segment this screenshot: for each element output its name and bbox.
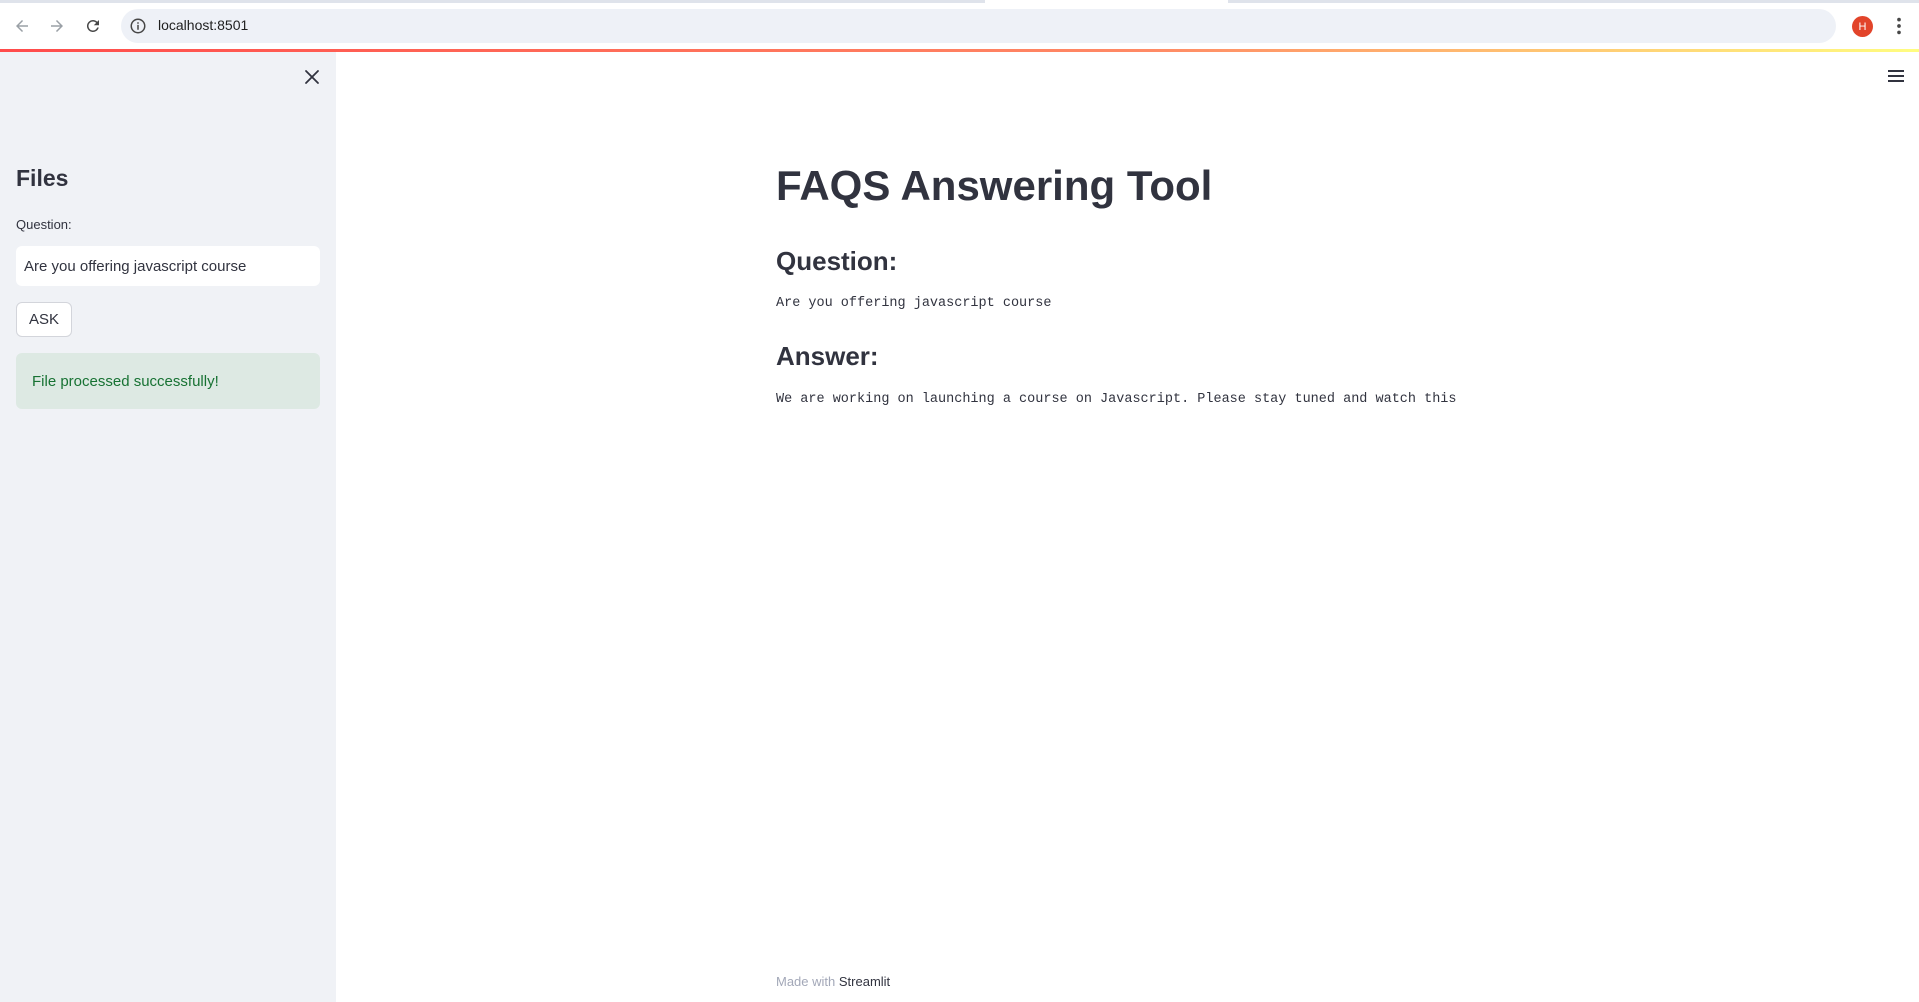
tab-strip [0, 0, 1919, 3]
reload-icon [86, 19, 99, 32]
question-label: Question: [16, 217, 72, 232]
streamlit-link[interactable]: Streamlit [839, 974, 890, 989]
footer-made-with: Made with [776, 974, 836, 989]
main-menu-button[interactable] [1884, 64, 1908, 88]
info-icon[interactable] [129, 17, 147, 35]
forward-button[interactable] [44, 13, 70, 39]
back-button[interactable] [9, 13, 35, 39]
kebab-menu-icon[interactable] [1888, 15, 1910, 37]
main-content: FAQS Answering Tool Question: Are you of… [776, 160, 1576, 407]
ask-button[interactable]: ASK [16, 302, 73, 337]
browser-toolbar: localhost:8501 H [0, 0, 1919, 52]
url-text[interactable]: localhost:8501 [158, 17, 248, 33]
success-message: File processed successfully! [32, 372, 219, 390]
question-text: Are you offering javascript course [776, 296, 1052, 311]
question-heading: Question: [776, 246, 898, 276]
page-title: FAQS Answering Tool [776, 162, 1213, 209]
active-tab-indicator [985, 0, 1228, 3]
reload-button[interactable] [80, 13, 106, 39]
sidebar-title: Files [16, 165, 69, 191]
question-input[interactable] [16, 246, 320, 286]
address-bar[interactable]: localhost:8501 [121, 9, 1836, 43]
profile-avatar[interactable]: H [1852, 16, 1873, 37]
answer-heading: Answer: [776, 341, 879, 371]
sidebar-close-button[interactable] [300, 65, 324, 89]
arrow-right-icon [51, 20, 63, 32]
success-alert: File processed successfully! [16, 353, 320, 409]
hamburger-icon [1888, 70, 1904, 82]
answer-text: We are working on launching a course on … [776, 392, 1457, 407]
footer: Made with Streamlit [776, 974, 890, 989]
sidebar: Files Question: ASK File processed succe… [0, 52, 336, 1002]
close-icon [305, 70, 319, 84]
arrow-left-icon [16, 20, 28, 32]
